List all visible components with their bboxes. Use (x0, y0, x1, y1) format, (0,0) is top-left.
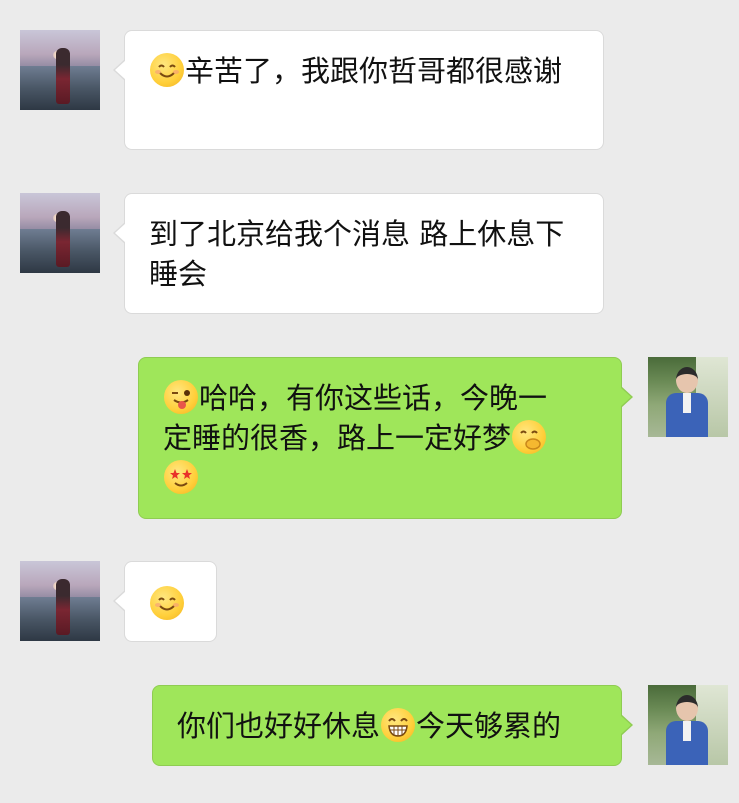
message-bubble-incoming[interactable] (113, 561, 217, 642)
message-text: 辛苦了，我跟你哲哥都很感谢 (185, 54, 563, 88)
user-avatar[interactable] (648, 357, 728, 437)
contact-avatar[interactable] (20, 30, 100, 110)
contact-avatar[interactable] (20, 561, 100, 641)
grinning-face-icon (381, 708, 416, 742)
message-text: 今天够累的 (416, 709, 562, 743)
winking-tongue-face-icon (164, 380, 198, 414)
message-bubble-incoming[interactable]: 辛苦了，我跟你哲哥都很感谢 (113, 30, 604, 150)
message-bubble-outgoing[interactable]: 你们也好好休息 今天够累的 (152, 685, 633, 766)
smiling-face-icon (150, 586, 184, 620)
contact-avatar[interactable] (20, 193, 100, 273)
message-bubble-outgoing[interactable]: 哈哈，有你这些话，今晚一 定睡的很香，路上一定好梦 (138, 357, 633, 519)
shushing-face-icon (512, 420, 547, 454)
message-text-line: 哈哈，有你这些话，今晚一 (199, 381, 548, 415)
smiling-face-icon (150, 53, 184, 87)
message-text-line: 定睡的很香，路上一定好梦 (163, 421, 512, 455)
message-text: 到了北京给我个消息 路上休息下睡会 (149, 217, 565, 291)
star-struck-face-icon (164, 460, 198, 494)
message-text: 你们也好好休息 (177, 709, 381, 743)
message-bubble-incoming[interactable]: 到了北京给我个消息 路上休息下睡会 (113, 193, 604, 314)
user-avatar[interactable] (648, 685, 728, 765)
chat-window: 辛苦了，我跟你哲哥都很感谢 到了北京给我个消息 路上休息下睡会 哈哈，有你这些话… (0, 0, 739, 803)
